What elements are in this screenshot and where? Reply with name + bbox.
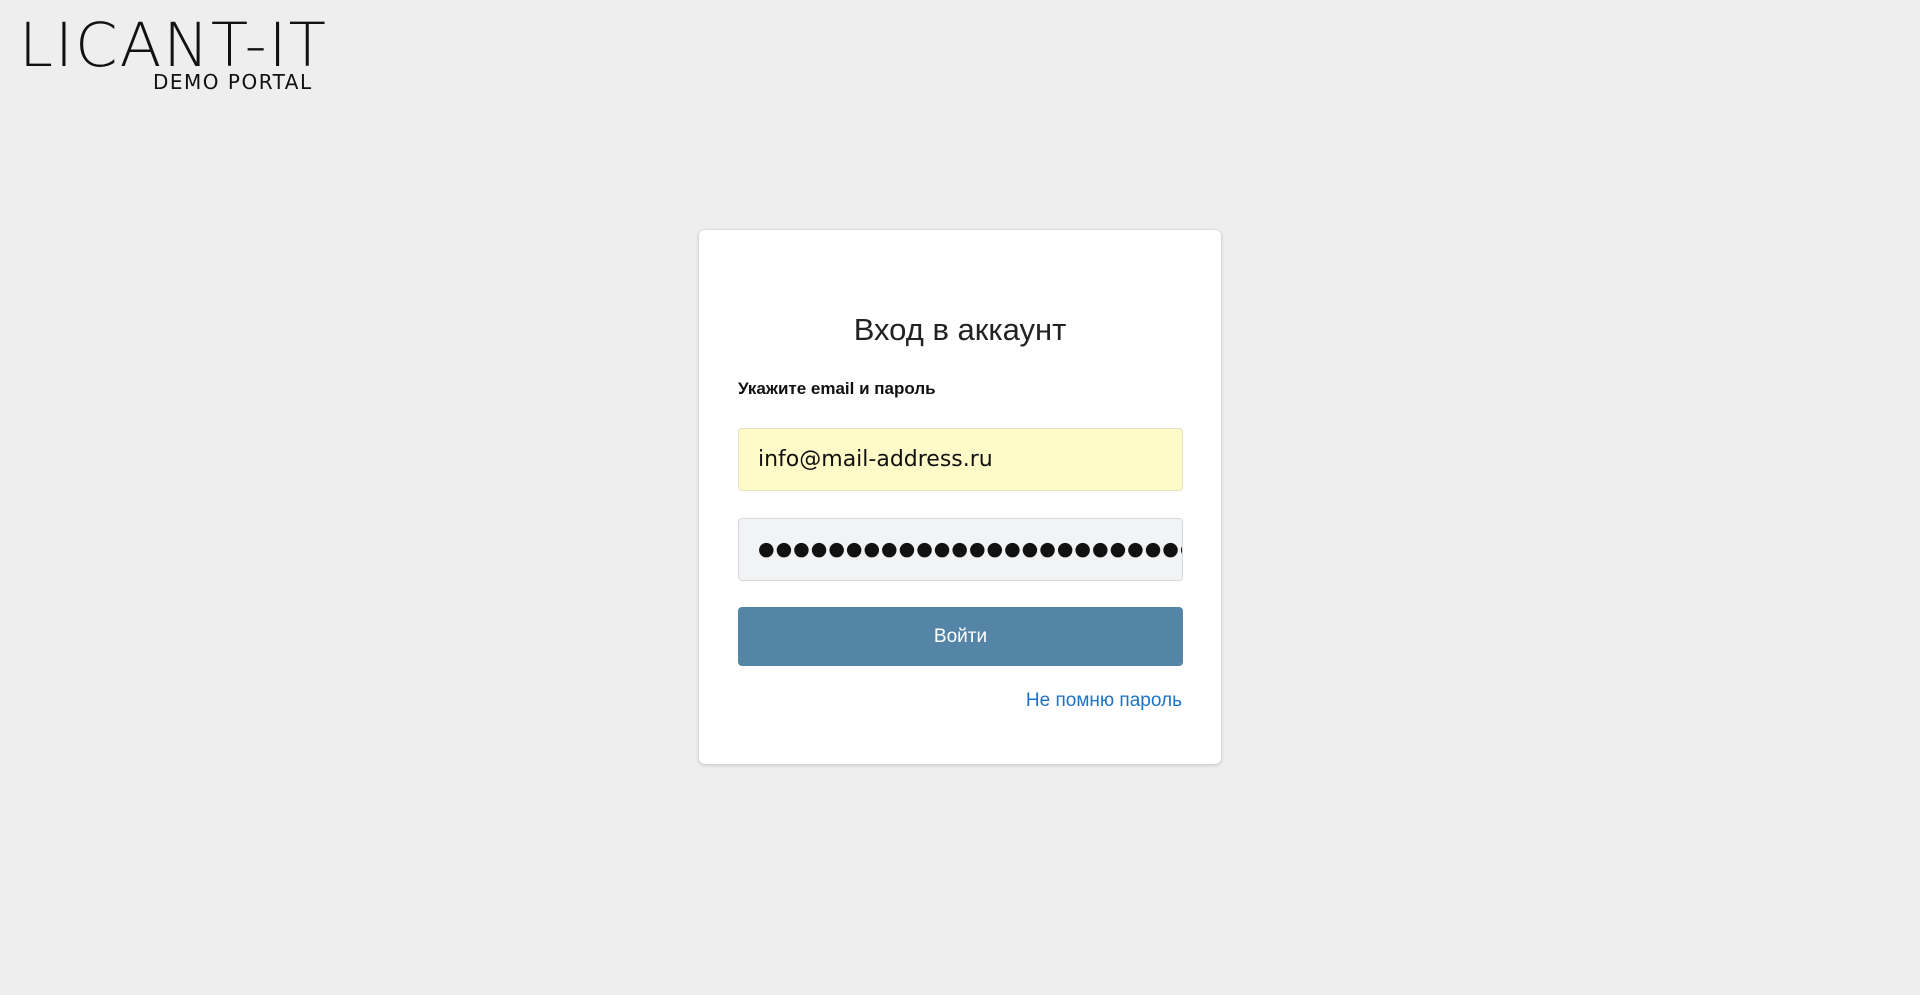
email-input[interactable] xyxy=(738,428,1183,491)
login-card: Вход в аккаунт Укажите email и пароль ●●… xyxy=(699,230,1221,764)
logo-main-text: LICANT-IT xyxy=(19,10,328,81)
password-input[interactable]: ●●●●●●●●●●●●●●●●●●●●●●●●● xyxy=(738,518,1183,581)
login-button[interactable]: Войти xyxy=(738,607,1183,666)
logo-sub-text: DEMO PORTAL xyxy=(153,70,313,94)
login-subtitle: Укажите email и пароль xyxy=(738,379,936,398)
forgot-password-link[interactable]: Не помню пароль xyxy=(1026,689,1182,713)
login-title: Вход в аккаунт xyxy=(853,312,1067,347)
logo: LICANT-IT DEMO PORTAL xyxy=(19,14,326,95)
